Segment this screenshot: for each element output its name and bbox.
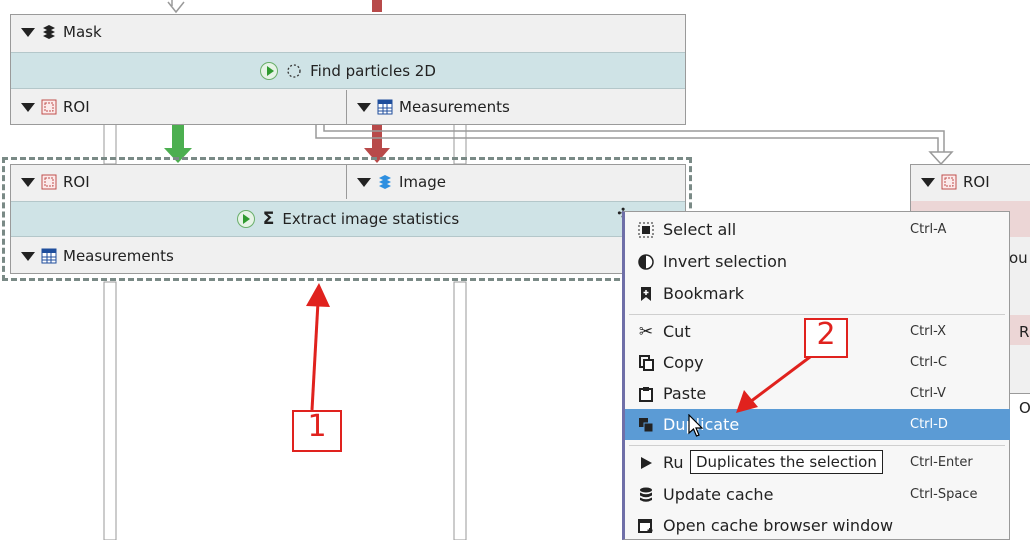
annotation-arrows: [306, 283, 815, 413]
annotation-label-1: 1: [292, 410, 342, 452]
annotation-label-2: 2: [804, 318, 848, 358]
